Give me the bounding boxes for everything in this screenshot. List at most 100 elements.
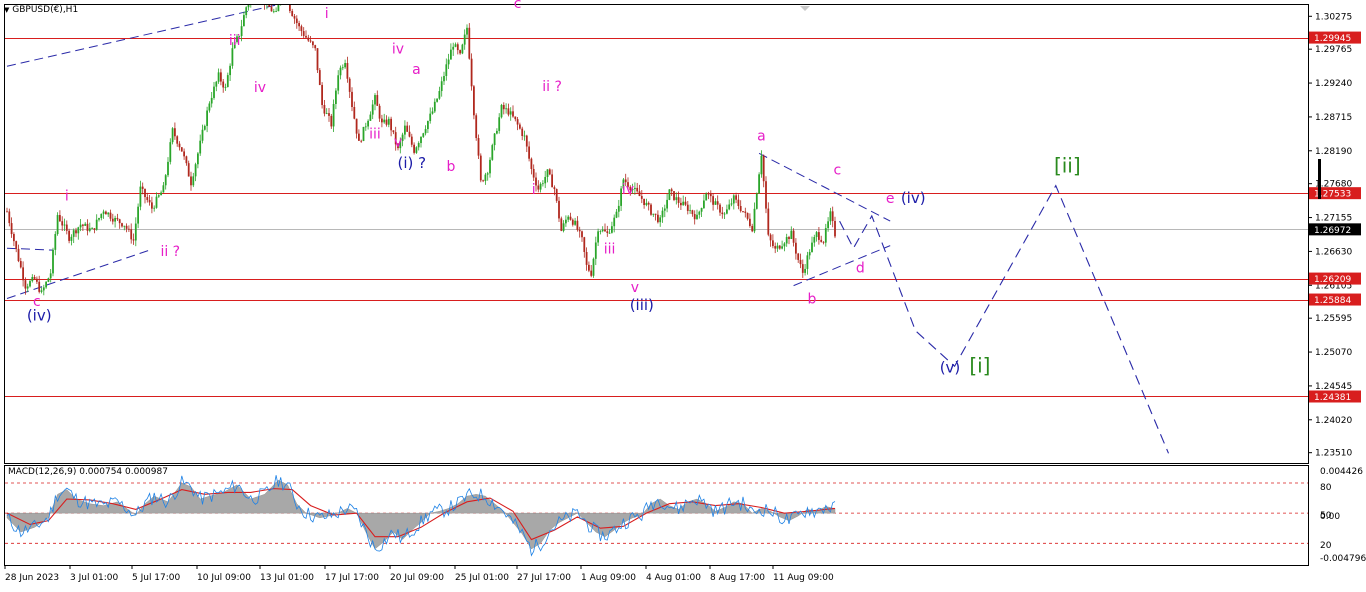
candle-body	[137, 206, 139, 224]
candle-body	[597, 231, 599, 243]
candle-body	[337, 75, 340, 91]
scroll-marker-icon[interactable]	[800, 6, 810, 11]
candle-body	[335, 90, 337, 104]
price-tick-label: 1.29765	[1315, 45, 1352, 55]
candle-body	[75, 230, 77, 234]
wave-label: e	[886, 191, 895, 207]
wave-label: b	[808, 292, 817, 308]
candle-body	[415, 147, 418, 153]
candle-body	[617, 205, 620, 212]
candle-body	[753, 208, 756, 232]
time-axis: 28 Jun 2023 3 Jul 01:00 5 Jul 17:00 10 Jul …	[4, 565, 834, 583]
candle-body	[139, 186, 142, 207]
candle-body	[302, 31, 305, 36]
time-tick-label: 3 Jul 01:00	[70, 573, 119, 583]
candle-body	[210, 97, 213, 104]
time-tick-label: 27 Jul 17:00	[517, 573, 571, 583]
candle-body	[519, 124, 521, 129]
time-tick-label: 25 Jul 01:00	[455, 573, 509, 583]
candle-body	[332, 103, 335, 127]
candle-body	[125, 225, 128, 229]
candle-body	[484, 174, 487, 182]
candle-body	[788, 237, 790, 239]
candle-body	[164, 175, 167, 186]
candle-body	[404, 125, 406, 135]
candle-body	[167, 161, 169, 176]
candle-body	[760, 155, 763, 175]
macd-histogram	[6, 479, 836, 550]
candle-body	[590, 270, 593, 276]
wave-label: v	[631, 280, 639, 296]
candle-body	[197, 153, 199, 165]
scale-fix-handle[interactable]	[1318, 159, 1321, 199]
candle-body	[123, 225, 126, 227]
candle-body	[703, 200, 705, 209]
candle-body	[351, 91, 353, 107]
channel-line	[758, 152, 891, 222]
candle-body	[723, 213, 726, 215]
candle-body	[512, 111, 514, 117]
candle-body	[548, 169, 551, 175]
candle-body	[155, 196, 158, 208]
time-tick-label: 10 Jul 09:00	[197, 573, 251, 583]
candle-body	[72, 230, 75, 237]
candle-body	[521, 128, 524, 136]
candle-body	[24, 280, 27, 289]
candle-body	[348, 78, 351, 92]
candle-body	[659, 217, 662, 223]
candle-body	[295, 18, 298, 24]
candle-body	[36, 278, 38, 282]
candle-body	[827, 221, 829, 229]
candle-body	[661, 210, 664, 218]
candle-body	[29, 281, 31, 287]
candle-body	[17, 248, 20, 262]
candle-body	[606, 231, 609, 234]
candle-body	[47, 278, 50, 282]
candle-body	[287, 0, 289, 4]
chart-window: iii ?c(iv)iiiiviiviiiva(i) ?b(ii) ?cii ?…	[0, 0, 1366, 588]
candle-body	[645, 202, 648, 206]
candle-body	[61, 221, 64, 226]
candle-body	[243, 15, 245, 27]
candle-body	[815, 232, 818, 238]
candle-body	[45, 281, 47, 288]
candle-body	[63, 224, 66, 226]
candle-body	[456, 44, 459, 51]
candle-body	[774, 246, 777, 249]
candle-body	[477, 138, 480, 156]
candle-body	[638, 191, 641, 197]
price-tick-label: 1.24545	[1315, 382, 1352, 392]
wave-label: iv	[392, 41, 404, 57]
candle-body	[489, 159, 491, 174]
wave-label: a	[412, 62, 421, 78]
price-chart[interactable]: iii ?c(iv)iiiiviiviiiva(i) ?b(ii) ?cii ?…	[0, 0, 1366, 588]
candle-body	[422, 133, 425, 137]
candle-body	[820, 239, 823, 242]
candle-body	[153, 207, 156, 209]
dropdown-arrow-icon[interactable]: ▼	[4, 6, 9, 14]
macd-tick-label: -0.004796	[1320, 554, 1366, 564]
candle-body	[40, 290, 43, 292]
candle-body	[732, 195, 735, 204]
candle-body	[712, 196, 714, 205]
candle-body	[381, 118, 383, 123]
candle-body	[406, 125, 409, 132]
candle-body	[670, 189, 673, 192]
candle-body	[765, 181, 767, 209]
time-tick-label: 13 Jul 01:00	[260, 573, 314, 583]
candle-body	[594, 242, 597, 259]
candle-body	[525, 135, 528, 147]
candle-body	[291, 10, 294, 17]
candle-body	[151, 202, 153, 209]
candle-body	[206, 110, 208, 126]
macd-tick-label: 80	[1320, 483, 1332, 493]
candle-body	[203, 125, 206, 130]
candle-body	[705, 193, 708, 201]
candle-body	[438, 91, 441, 99]
candle-body	[507, 108, 510, 115]
candle-body	[323, 105, 326, 114]
candle-body	[114, 217, 116, 222]
candle-body	[157, 195, 160, 197]
candle-body	[749, 218, 751, 226]
candle-body	[500, 104, 503, 118]
